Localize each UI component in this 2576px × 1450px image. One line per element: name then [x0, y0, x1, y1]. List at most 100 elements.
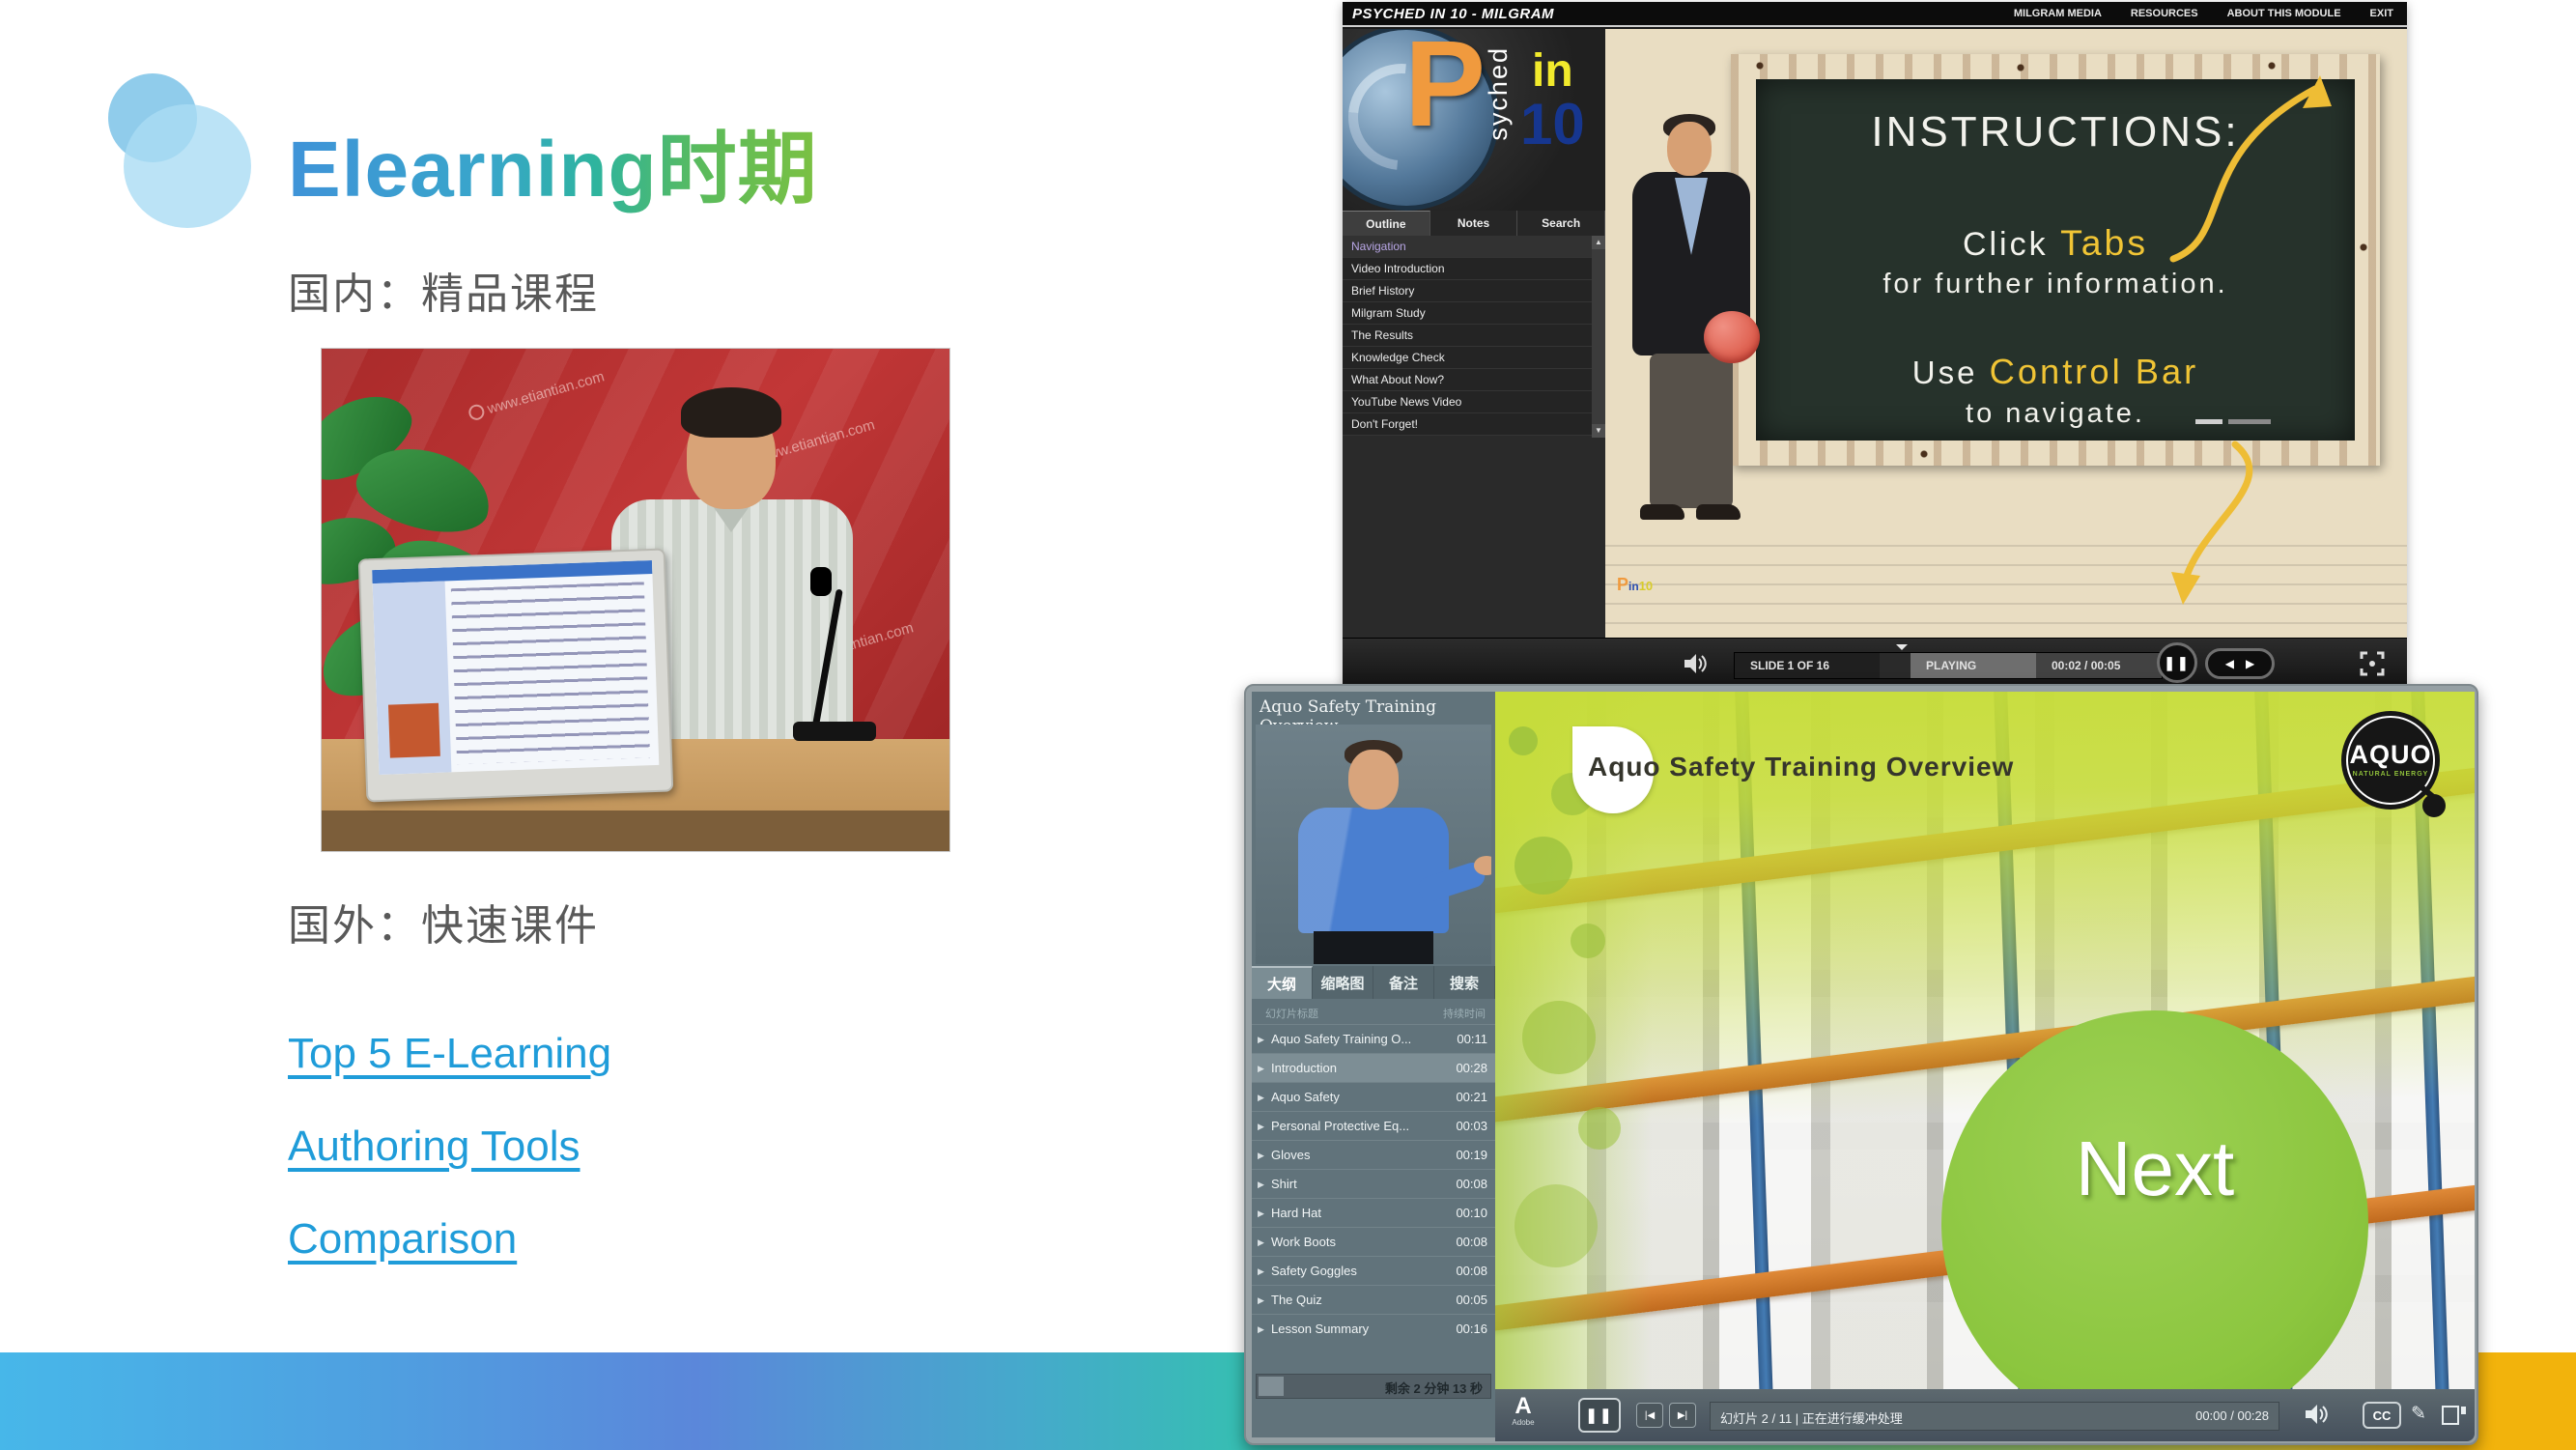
link-comparison[interactable]: Comparison: [288, 1215, 517, 1264]
board-heading: INSTRUCTIONS:: [1756, 108, 2355, 156]
board-progress-dash: [2228, 419, 2271, 424]
fullscreen-icon[interactable]: [2359, 650, 2386, 677]
board-line-click-tabs: Click Tabs: [1756, 222, 2355, 264]
pause-button[interactable]: ❚❚: [1578, 1398, 1621, 1433]
remaining-time-bar: 剩余 2 分钟 13 秒: [1256, 1374, 1491, 1399]
slide-status-label: 幻灯片 2 / 11 | 正在进行缓冲处理: [1720, 1408, 1903, 1427]
play-marker-icon: ▶: [1258, 1025, 1264, 1054]
layout-toggle-icon[interactable]: [2442, 1406, 2467, 1425]
outline-item-milgram-study[interactable]: Milgram Study: [1343, 302, 1592, 325]
psyched-titlebar: PSYCHED IN 10 - MILGRAM MILGRAM MEDIA RE…: [1343, 2, 2407, 27]
list-item[interactable]: ▶Hard Hat00:10: [1252, 1198, 1495, 1227]
outline-item-youtube-news-video[interactable]: YouTube News Video: [1343, 391, 1592, 413]
play-marker-icon: ▶: [1258, 1199, 1264, 1228]
board-line-navigate: to navigate.: [1756, 398, 2355, 430]
outline-scrollbar[interactable]: ▲ ▼: [1592, 236, 1605, 438]
playback-time: 00:02 / 00:05: [2036, 653, 2162, 678]
psyched-stage: INSTRUCTIONS: Click Tabs for further inf…: [1605, 29, 2407, 638]
psyched-tabs: Outline Notes Search: [1343, 211, 1605, 236]
playback-status-track[interactable]: 幻灯片 2 / 11 | 正在进行缓冲处理 00:00 / 00:28: [1710, 1402, 2279, 1431]
tab-outline[interactable]: Outline: [1343, 211, 1430, 236]
psyched-menu: MILGRAM MEDIA RESOURCES ABOUT THIS MODUL…: [2014, 8, 2407, 19]
tab-outline-cn[interactable]: 大纲: [1252, 966, 1313, 999]
menu-item-milgram-media[interactable]: MILGRAM MEDIA: [2014, 8, 2102, 19]
link-top5-elearning[interactable]: Top 5 E-Learning: [288, 1030, 611, 1078]
list-item[interactable]: ▶Gloves00:19: [1252, 1140, 1495, 1169]
next-slide-button[interactable]: ▶|: [1669, 1403, 1696, 1428]
list-item[interactable]: ▶Safety Goggles00:08: [1252, 1256, 1495, 1285]
lecturer-hair: [681, 387, 781, 438]
tabs-word: Tabs: [2060, 222, 2148, 263]
outline-item-video-introduction[interactable]: Video Introduction: [1343, 258, 1592, 280]
psyched-logo-10: 10: [1520, 91, 1585, 157]
chalkboard-frame: INSTRUCTIONS: Click Tabs for further inf…: [1731, 54, 2380, 466]
play-marker-icon: ▶: [1258, 1112, 1264, 1141]
prev-next-buttons[interactable]: ◀ ▶: [2205, 648, 2275, 679]
play-marker-icon: ▶: [1258, 1228, 1264, 1257]
pencil-icon[interactable]: ✎: [2411, 1403, 2426, 1425]
microphone-base: [793, 722, 876, 741]
tab-notes[interactable]: Notes: [1430, 211, 1518, 236]
list-item[interactable]: ▶Work Boots00:08: [1252, 1227, 1495, 1256]
adobe-brand-label: Adobe: [1507, 1418, 1540, 1427]
previous-slide-button[interactable]: |◀: [1636, 1403, 1663, 1428]
outline-item-the-results[interactable]: The Results: [1343, 325, 1592, 347]
psyched-logo: P syched in 10: [1343, 29, 1605, 211]
pause-button[interactable]: ❚❚: [2157, 642, 2197, 683]
outline-item-what-about-now[interactable]: What About Now?: [1343, 369, 1592, 391]
play-marker-icon: ▶: [1258, 1257, 1264, 1286]
closed-captions-button[interactable]: CC: [2363, 1402, 2401, 1429]
psyched-sidebar: P syched in 10 Outline Notes Search Navi…: [1343, 29, 1605, 638]
aquo-logo-text: AQUO: [2341, 740, 2440, 770]
scroll-down-icon[interactable]: ▼: [1592, 424, 1605, 438]
microphone-icon: [810, 567, 832, 596]
page-title: Elearning时期: [288, 104, 818, 219]
menu-item-resources[interactable]: RESOURCES: [2131, 8, 2198, 19]
next-icon[interactable]: ▶: [2246, 657, 2254, 670]
playback-time-label: 00:00 / 00:28: [2195, 1408, 2269, 1423]
list-item[interactable]: ▶The Quiz00:05: [1252, 1285, 1495, 1314]
list-item[interactable]: ▶Aquo Safety00:21: [1252, 1082, 1495, 1111]
play-marker-icon: ▶: [1258, 1315, 1264, 1344]
deco-circle-large: [124, 104, 251, 228]
play-marker-icon: ▶: [1258, 1054, 1264, 1083]
tab-search-cn[interactable]: 搜索: [1434, 966, 1495, 999]
desk-edge: [322, 810, 949, 852]
play-marker-icon: ▶: [1258, 1286, 1264, 1315]
aquo-slide-list: ▶Aquo Safety Training O...00:11 ▶Introdu…: [1252, 1024, 1495, 1343]
aquo-player-window: Aquo Safety Training Overview 大纲 缩略图 备注 …: [1244, 684, 2478, 1445]
list-column-headers: 幻灯片标题 持续时间: [1252, 999, 1495, 1024]
menu-item-exit[interactable]: EXIT: [2370, 8, 2393, 19]
outline-item-navigation[interactable]: Navigation: [1343, 236, 1592, 258]
tab-search[interactable]: Search: [1517, 211, 1605, 236]
list-item[interactable]: ▶Personal Protective Eq...00:03: [1252, 1111, 1495, 1140]
menu-item-about-module[interactable]: ABOUT THIS MODULE: [2227, 8, 2341, 19]
aquo-sidebar: Aquo Safety Training Overview 大纲 缩略图 备注 …: [1252, 692, 1495, 1437]
column-slide-title: 幻灯片标题: [1265, 1006, 1318, 1021]
outline-item-dont-forget[interactable]: Don't Forget!: [1343, 413, 1592, 436]
speaker-icon[interactable]: [1683, 652, 1708, 675]
play-marker-icon: ▶: [1258, 1141, 1264, 1170]
scroll-up-icon[interactable]: ▲: [1592, 236, 1605, 249]
list-item-current[interactable]: ▶Introduction00:28: [1252, 1053, 1495, 1082]
previous-icon[interactable]: ◀: [2225, 657, 2234, 670]
board-line-use-control-bar: Use Control Bar: [1756, 352, 2355, 392]
tab-notes-cn[interactable]: 备注: [1373, 966, 1434, 999]
remaining-time-label: 剩余 2 分钟 13 秒: [1385, 1379, 1483, 1397]
next-button-label: Next: [2076, 1124, 2235, 1213]
link-authoring-tools[interactable]: Authoring Tools: [288, 1123, 580, 1171]
outline-item-brief-history[interactable]: Brief History: [1343, 280, 1592, 302]
play-marker-icon: ▶: [1258, 1170, 1264, 1199]
list-item[interactable]: ▶Shirt00:08: [1252, 1169, 1495, 1198]
speaker-icon[interactable]: [2303, 1402, 2330, 1427]
outline-item-knowledge-check[interactable]: Knowledge Check: [1343, 347, 1592, 369]
playback-info-bar: SLIDE 1 OF 16 PLAYING 00:02 / 00:05: [1734, 652, 2163, 679]
list-item[interactable]: ▶Lesson Summary00:16: [1252, 1314, 1495, 1343]
psyched-logo-syched: syched: [1484, 46, 1514, 141]
info-divider[interactable]: [1880, 653, 1911, 678]
section-foreign-label: 国外：快速课件: [288, 891, 599, 952]
presenter-video: [1256, 725, 1491, 964]
tab-thumbnails-cn[interactable]: 缩略图: [1313, 966, 1373, 999]
list-item[interactable]: ▶Aquo Safety Training O...00:11: [1252, 1024, 1495, 1053]
lecture-photo: www.etiantian.com www.etiantian.com www.…: [321, 348, 950, 852]
